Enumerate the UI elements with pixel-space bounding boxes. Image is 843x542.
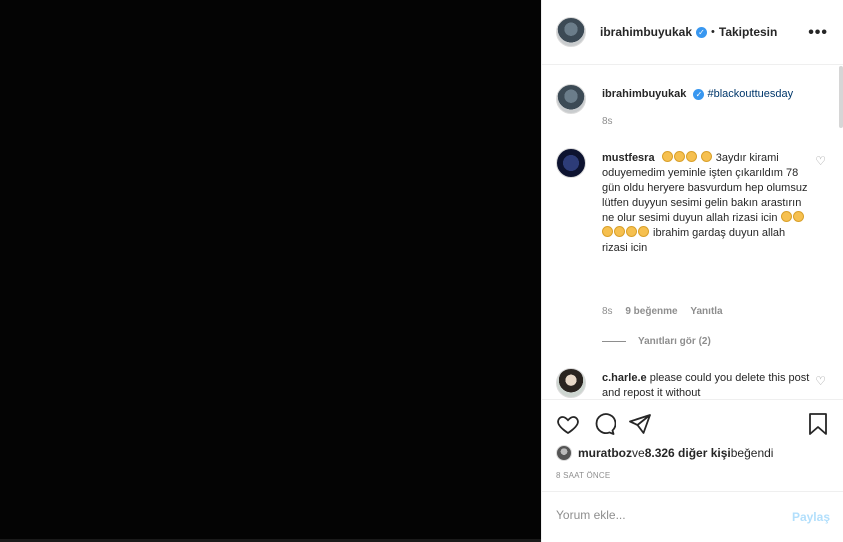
caption-meta: 8s: [602, 116, 623, 127]
likes-conjunction: ve: [632, 446, 645, 460]
comment-avatar[interactable]: [556, 368, 586, 398]
post-side-panel: ibrahimbuyukak ✓ • Takiptesin ••• ibrahi…: [541, 0, 843, 542]
comment-like-icon[interactable]: ♡: [815, 374, 826, 388]
folded-hands-icon: [792, 211, 804, 222]
folded-hands-icon: [602, 226, 613, 237]
emoji-group-1: [661, 151, 716, 164]
share-icon[interactable]: [628, 412, 652, 436]
post-timestamp[interactable]: 8 SAAT ÖNCE: [556, 471, 610, 480]
author-avatar[interactable]: [556, 17, 586, 47]
sad-face-icon: [614, 226, 625, 237]
more-icon[interactable]: •••: [808, 24, 828, 42]
heart-icon[interactable]: [556, 412, 580, 436]
liker-avatar[interactable]: [556, 445, 572, 461]
folded-hands-icon: [780, 211, 792, 222]
comments-scrollbar[interactable]: [839, 66, 843, 128]
likes-suffix: beğendi: [730, 446, 774, 460]
verified-icon: ✓: [696, 26, 708, 38]
comments-list[interactable]: ibrahimbuyukak ✓ #blackouttuesday 8s mus…: [542, 66, 843, 399]
comment-text: mustfesra 3aydır kirami oduyemedim yemin…: [602, 151, 812, 256]
comment-likes[interactable]: 9 beğenme: [625, 306, 677, 317]
comment-like-icon[interactable]: ♡: [815, 154, 826, 168]
post-comment-button[interactable]: Paylaş: [792, 510, 830, 524]
caption-time[interactable]: 8s: [602, 116, 613, 127]
sad-face-icon: [700, 151, 712, 162]
caption-text: ibrahimbuyukak ✓ #blackouttuesday: [602, 87, 812, 102]
author-username[interactable]: ibrahimbuyukak: [600, 25, 692, 39]
replies-line: [602, 341, 626, 342]
following-status[interactable]: Takiptesin: [719, 25, 777, 39]
likes-summary[interactable]: muratboz ve 8.326 diğer kişi beğendi: [556, 445, 773, 461]
reply-button[interactable]: Yanıtla: [690, 306, 722, 317]
verified-icon: ✓: [693, 89, 705, 100]
comment-time[interactable]: 8s: [602, 306, 613, 317]
liker-username[interactable]: muratboz: [578, 446, 632, 460]
comment-icon[interactable]: [592, 412, 616, 436]
comment-meta: 8s 9 beğenme Yanıtla: [602, 306, 733, 317]
view-replies[interactable]: Yanıtları gör (2): [602, 336, 711, 347]
caption-hashtag[interactable]: #blackouttuesday: [707, 88, 793, 100]
sad-face-icon: [673, 151, 685, 162]
post-actions: muratboz ve 8.326 diğer kişi beğendi 8 S…: [542, 399, 843, 491]
post-media[interactable]: [0, 0, 541, 542]
sad-face-icon: [626, 226, 637, 237]
view-replies-label[interactable]: Yanıtları gör (2): [638, 336, 711, 347]
add-comment-bar: Paylaş: [542, 491, 843, 542]
comment-username[interactable]: c.harle.e: [602, 372, 647, 384]
sad-face-icon: [685, 151, 697, 162]
sad-face-icon: [638, 226, 649, 237]
likes-others[interactable]: 8.326 diğer kişi: [645, 446, 731, 460]
bookmark-icon[interactable]: [806, 412, 830, 436]
header-separator: •: [711, 26, 715, 38]
comment-text: c.harle.e please could you delete this p…: [602, 371, 812, 399]
post-header: ibrahimbuyukak ✓ • Takiptesin •••: [542, 0, 843, 65]
caption-avatar[interactable]: [556, 84, 586, 114]
comment-input[interactable]: [556, 508, 776, 522]
sad-face-icon: [661, 151, 673, 162]
caption-username[interactable]: ibrahimbuyukak: [602, 88, 686, 100]
comment-username[interactable]: mustfesra: [602, 152, 655, 164]
comment-avatar[interactable]: [556, 148, 586, 178]
